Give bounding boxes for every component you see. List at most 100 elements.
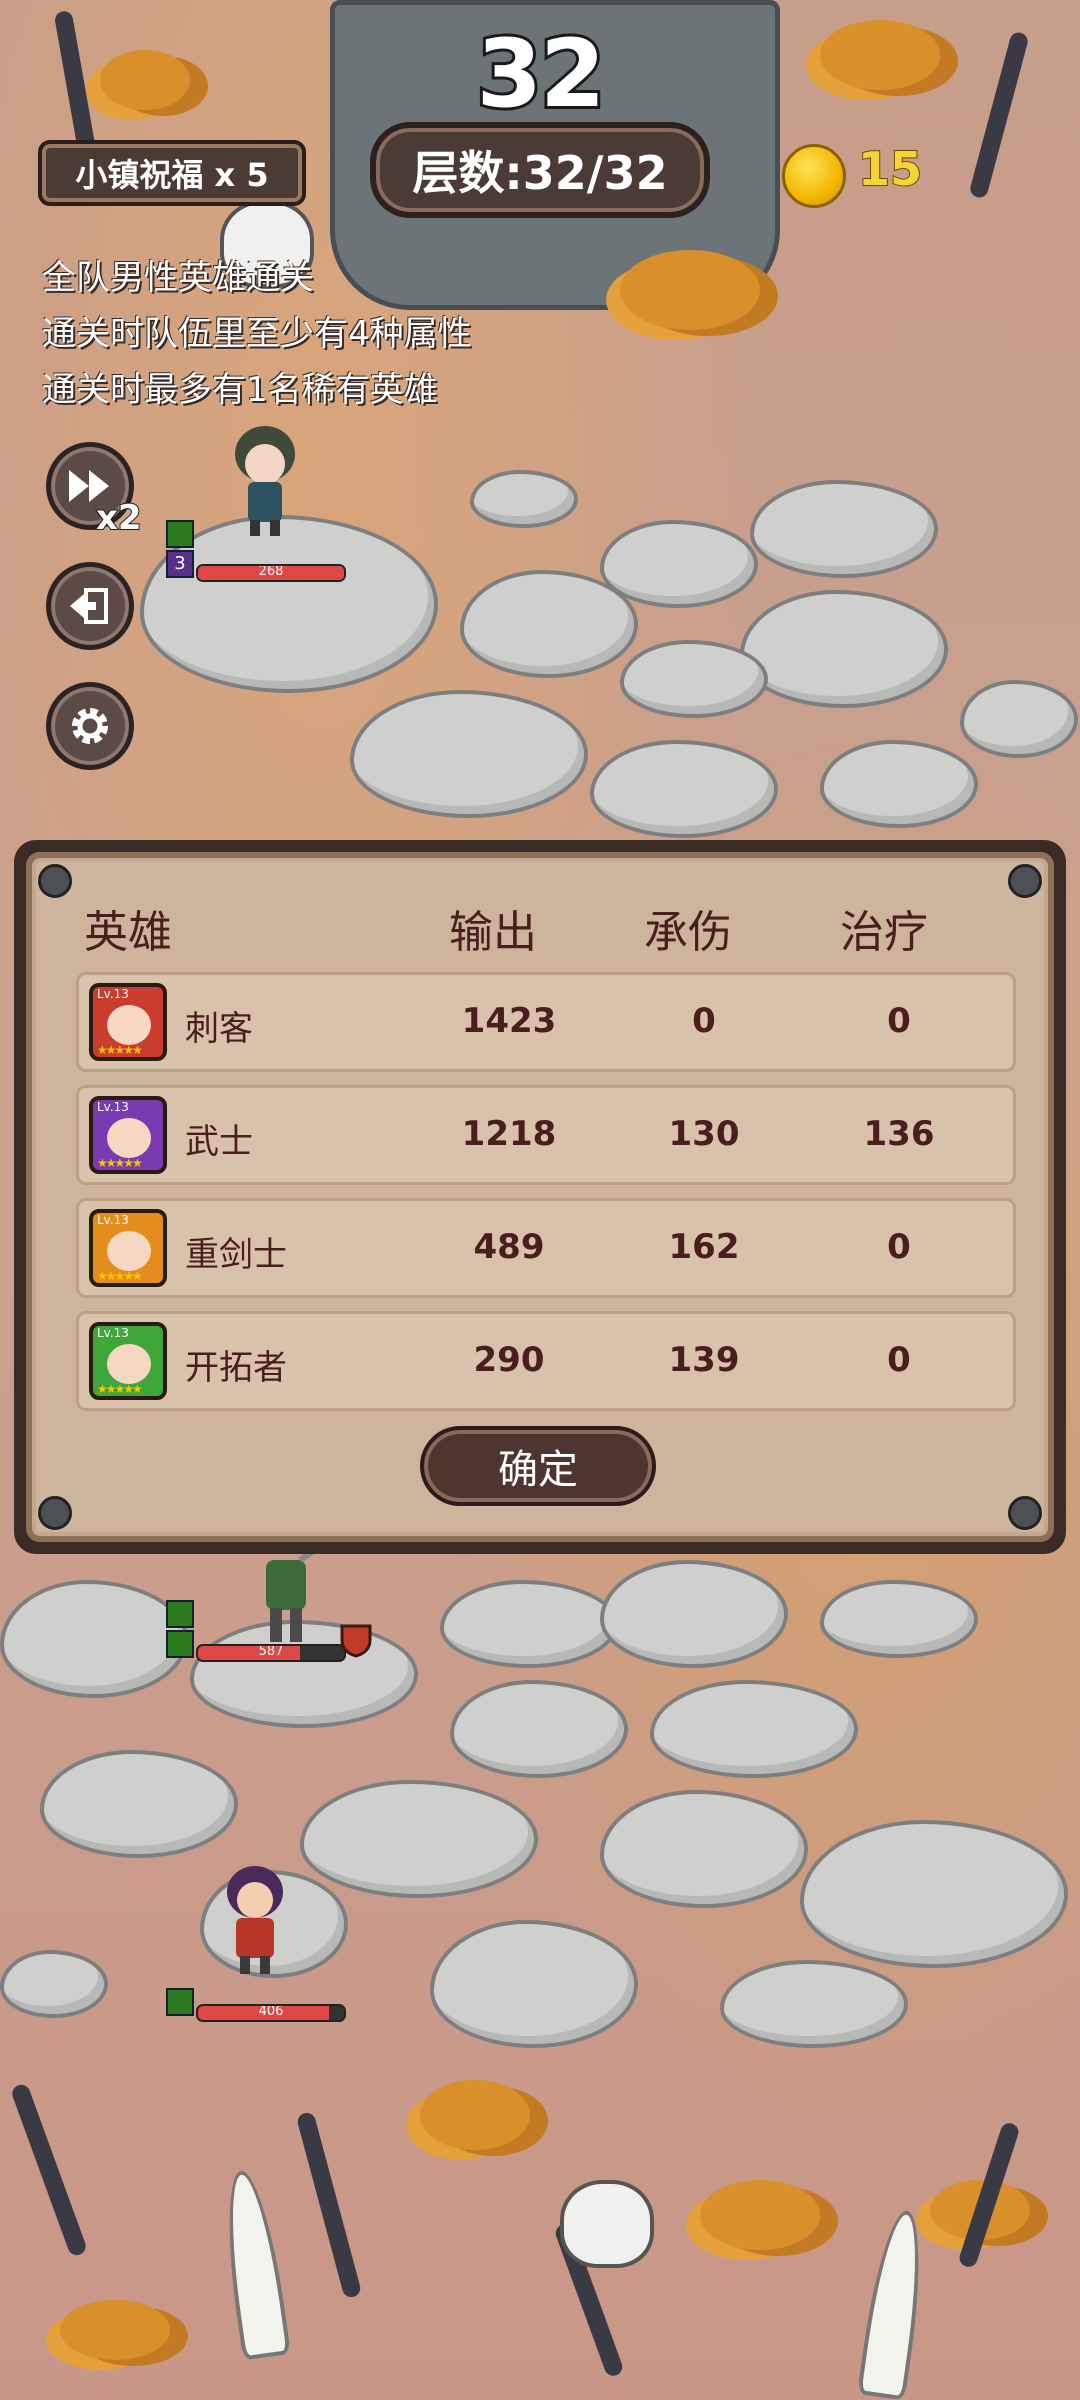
rivet — [38, 864, 72, 898]
heal-value: 0 — [887, 1227, 911, 1267]
hero-stars: ★★★★★ — [97, 1269, 143, 1283]
stone — [600, 1790, 808, 1908]
rivet — [1008, 864, 1042, 898]
hp-value: 268 — [258, 564, 284, 579]
gear-icon — [72, 708, 108, 744]
stone — [620, 640, 768, 718]
exit-button[interactable] — [46, 562, 134, 650]
rivet — [38, 1496, 72, 1530]
hero-unit[interactable] — [220, 420, 310, 540]
stone — [820, 740, 978, 828]
stone — [350, 690, 588, 818]
stone — [450, 1680, 628, 1778]
stone — [0, 1950, 108, 2018]
header-damage: 输出 — [449, 907, 537, 958]
hp-value: 406 — [258, 2004, 284, 2019]
table-row: Lv.13 ★★★★★ 重剑士 489 162 0 — [76, 1198, 1016, 1298]
stone — [430, 1920, 638, 2048]
warrior-sprite — [266, 1537, 332, 1642]
stone — [720, 1960, 908, 2048]
floor-number: 32 — [474, 17, 609, 132]
hp-bar: 587 — [196, 1644, 346, 1662]
hero-name: 开拓者 — [185, 1348, 287, 1388]
tank-value: 139 — [668, 1340, 740, 1380]
hero-stars: ★★★★★ — [97, 1382, 143, 1396]
bush — [60, 2300, 170, 2360]
hero-unit[interactable] — [240, 1537, 332, 1660]
bush — [620, 250, 760, 330]
hero-avatar[interactable]: Lv.13 ★★★★★ — [89, 1209, 167, 1287]
hero-avatar[interactable]: Lv.13 ★★★★★ — [89, 1322, 167, 1400]
confirm-label: 确定 — [498, 1447, 578, 1493]
hero-name: 重剑士 — [185, 1235, 287, 1275]
table-row: Lv.13 ★★★★★ 刺客 1423 0 0 — [76, 972, 1016, 1072]
skill-icon — [166, 1600, 194, 1628]
skill-level-icon: 3 — [166, 550, 194, 578]
hero-stars: ★★★★★ — [97, 1156, 143, 1170]
hero-face — [107, 1231, 151, 1271]
floor-progress-label: 层数:32/32 — [412, 146, 668, 200]
stone — [0, 1580, 188, 1698]
confirm-button[interactable]: 确定 — [420, 1426, 656, 1506]
bone-horn — [857, 2207, 931, 2400]
mission-2: 通关时队伍里至少有4种属性 — [42, 314, 472, 354]
stone — [960, 680, 1078, 758]
hero-stars: ★★★★★ — [97, 1043, 143, 1057]
table-row: Lv.13 ★★★★★ 武士 1218 130 136 — [76, 1085, 1016, 1185]
hero-face — [107, 1344, 151, 1384]
bush — [700, 2180, 820, 2250]
dark-spike — [295, 2110, 363, 2300]
bush — [420, 2080, 530, 2150]
hero-unit[interactable] — [210, 1860, 300, 1980]
skill-icon — [166, 1988, 194, 2016]
hp-bar: 268 — [196, 564, 346, 582]
tank-value: 0 — [692, 1001, 716, 1041]
stone — [750, 480, 938, 578]
stone — [600, 1560, 788, 1668]
stone — [820, 1580, 978, 1658]
hero-name: 刺客 — [185, 1009, 253, 1049]
hp-value: 587 — [258, 1644, 284, 1659]
hero-level: Lv.13 — [97, 1100, 129, 1114]
floor-progress-badge: 层数:32/32 — [370, 122, 710, 218]
dark-spike — [9, 2082, 89, 2258]
exit-icon — [70, 588, 108, 624]
mission-1: 全队男性英雄通关 — [42, 258, 314, 298]
coin-count: 15 — [857, 141, 923, 197]
speed-multiplier: x2 — [95, 497, 143, 539]
hero-avatar[interactable]: Lv.13 ★★★★★ — [89, 1096, 167, 1174]
heal-value: 0 — [887, 1340, 911, 1380]
header-tank: 承伤 — [644, 907, 732, 958]
hero-level: Lv.13 — [97, 987, 129, 1001]
stone — [740, 590, 948, 708]
stone — [460, 570, 638, 678]
mission-3: 通关时最多有1名稀有英雄 — [42, 370, 438, 410]
skull — [560, 2180, 654, 2268]
coin-icon — [782, 144, 846, 208]
heal-value: 0 — [887, 1001, 911, 1041]
rivet — [1008, 1496, 1042, 1530]
stone — [300, 1780, 538, 1898]
blessing-label: 小镇祝福 x 5 — [75, 156, 269, 194]
bone-horn — [217, 2167, 291, 2361]
hero-level: Lv.13 — [97, 1213, 129, 1227]
hero-name: 武士 — [185, 1122, 253, 1162]
stone — [650, 1680, 858, 1778]
skill-icon — [166, 1630, 194, 1658]
hero-face — [107, 1118, 151, 1158]
stone — [590, 740, 778, 838]
assassin-sprite — [235, 426, 295, 536]
shield-icon — [340, 1624, 372, 1658]
damage-value: 1218 — [461, 1114, 557, 1154]
heal-value: 136 — [863, 1114, 935, 1154]
samurai-sprite — [227, 1866, 283, 1974]
header-heal: 治疗 — [840, 907, 928, 958]
hero-avatar[interactable]: Lv.13 ★★★★★ — [89, 983, 167, 1061]
stone — [440, 1580, 618, 1668]
blessing-badge[interactable]: 小镇祝福 x 5 — [38, 140, 306, 206]
settings-button[interactable] — [46, 682, 134, 770]
stone — [470, 470, 578, 528]
damage-value: 1423 — [461, 1001, 557, 1041]
tank-value: 130 — [668, 1114, 740, 1154]
hero-level: Lv.13 — [97, 1326, 129, 1340]
